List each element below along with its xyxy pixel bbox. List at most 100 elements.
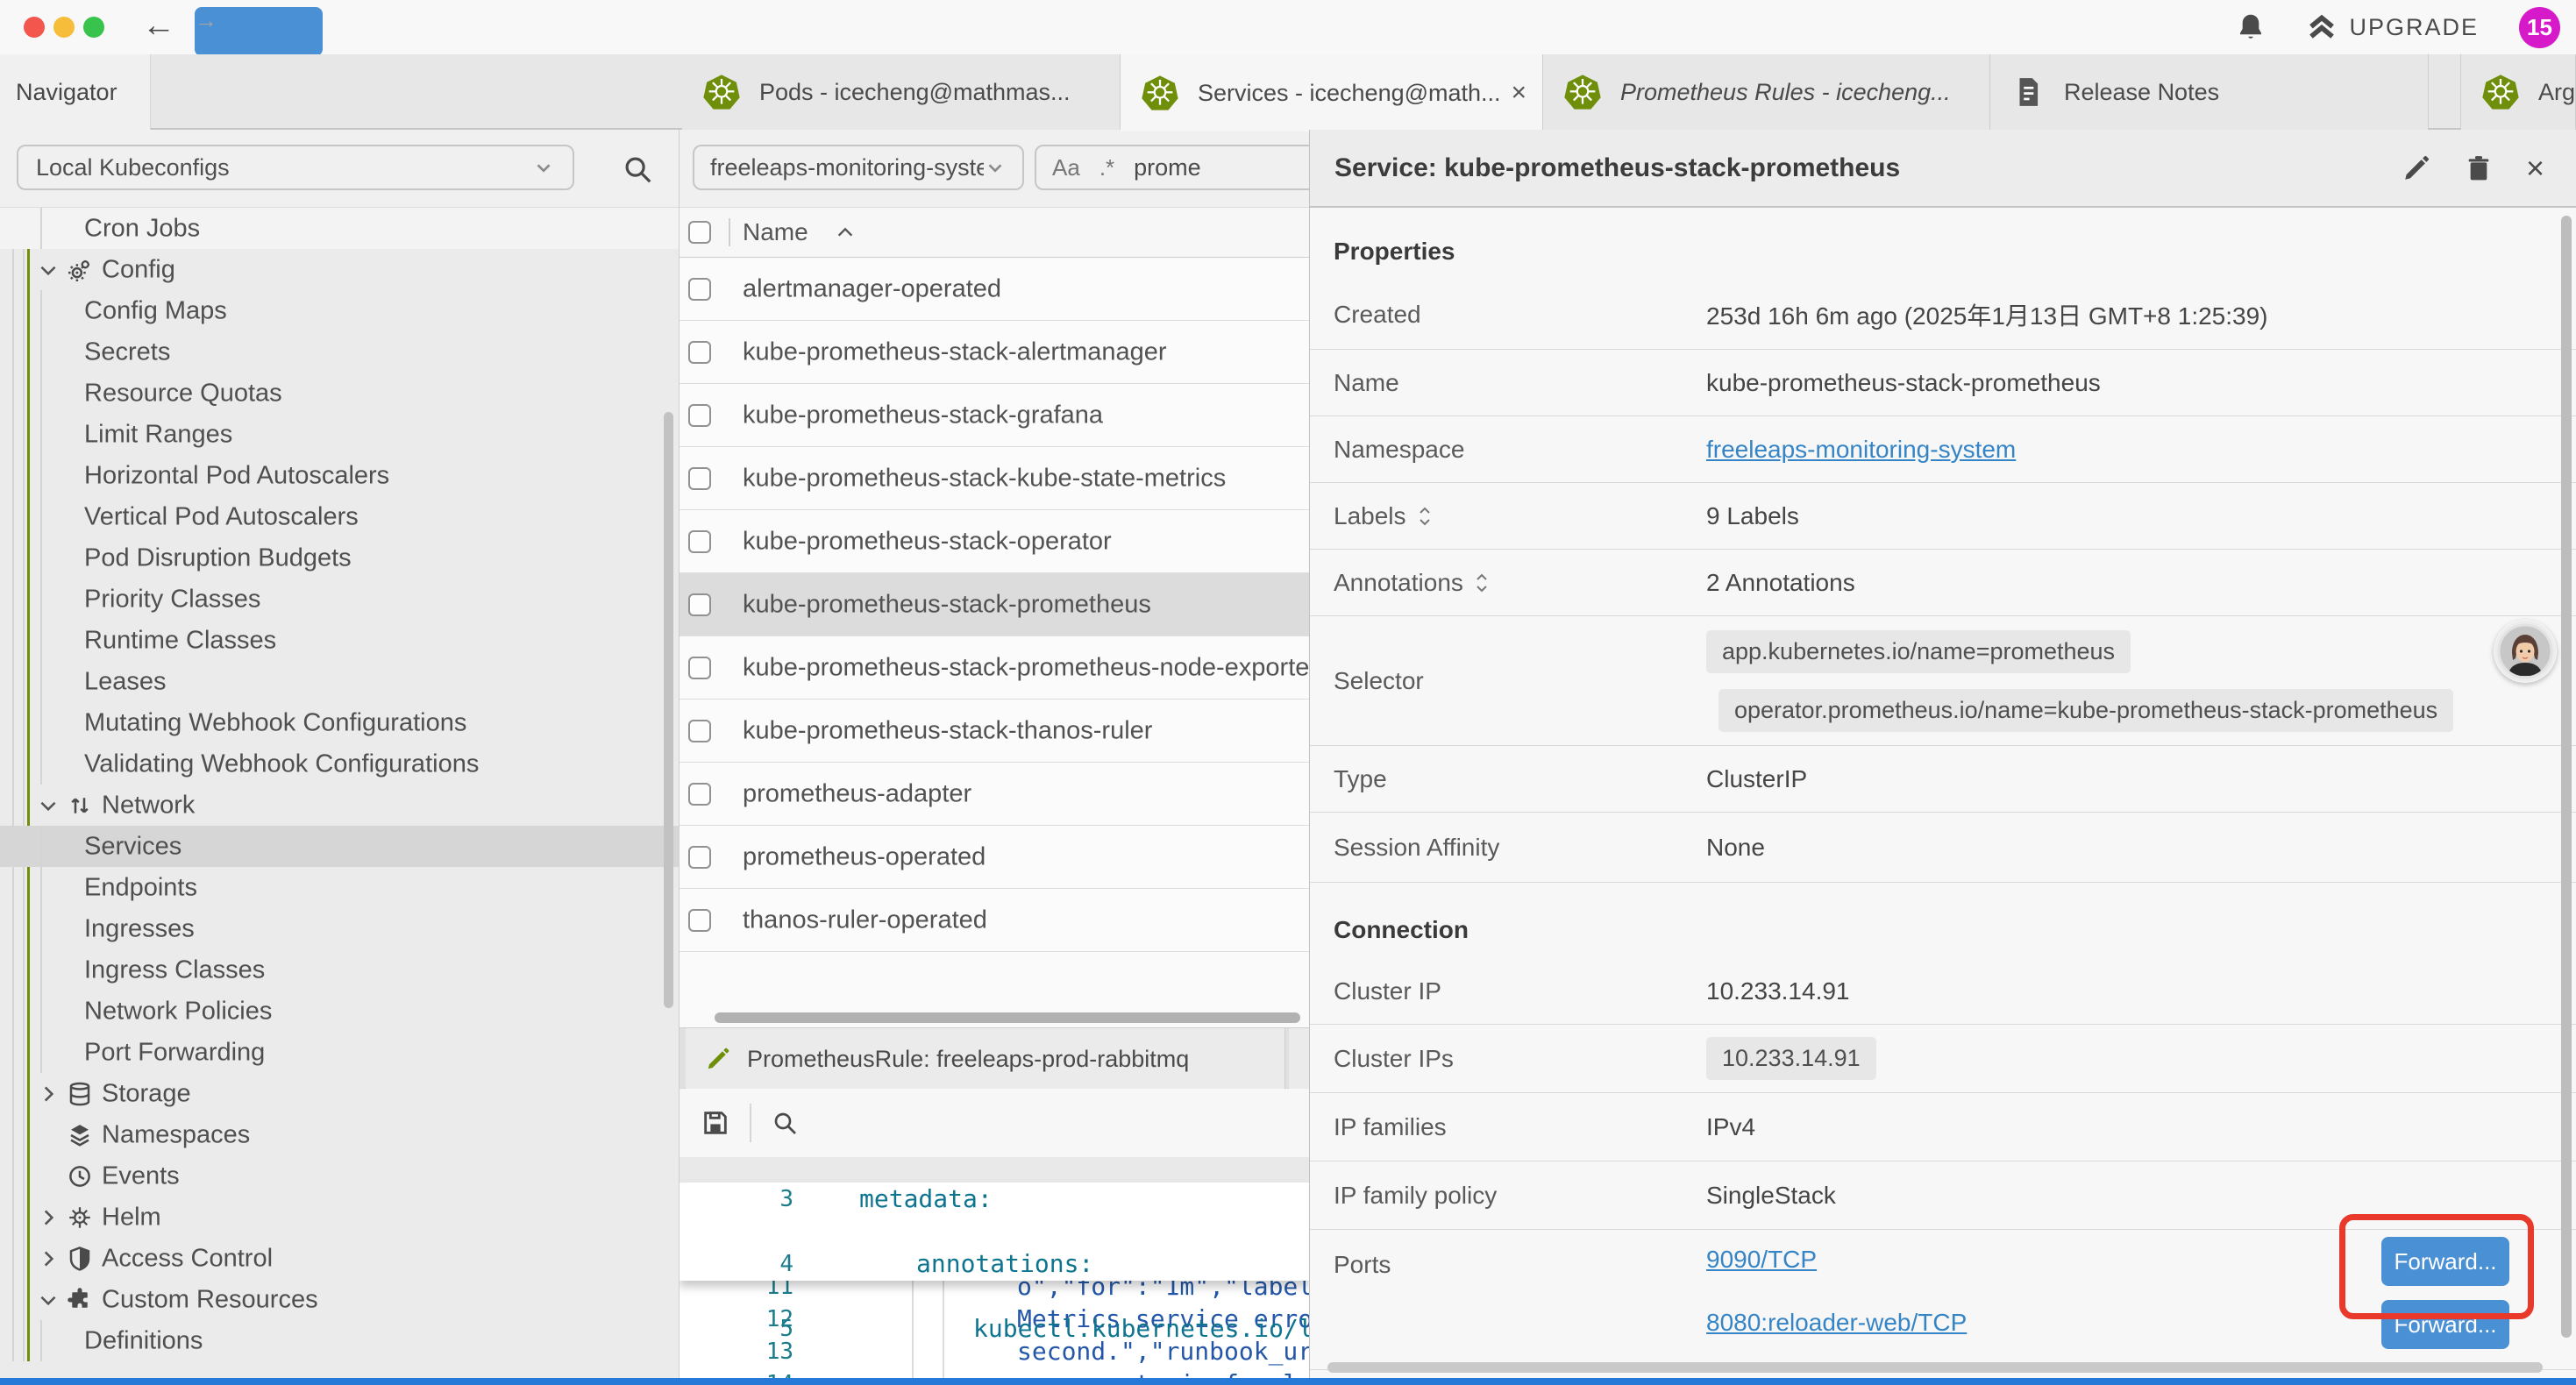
chevron-down-icon[interactable] xyxy=(37,794,60,817)
service-row-kube-prometheus-stack-alertmanager[interactable]: kube-prometheus-stack-alertmanager xyxy=(680,321,1309,384)
value-chip[interactable]: operator.prometheus.io/name=kube-prometh… xyxy=(1719,689,2453,732)
tab-argo-se[interactable]: Argo Se xyxy=(2460,54,2576,130)
row-checkbox[interactable] xyxy=(688,530,711,553)
row-checkbox[interactable] xyxy=(688,846,711,869)
tab-release-notes[interactable]: Release Notes xyxy=(1990,54,2429,130)
row-checkbox[interactable] xyxy=(688,593,711,616)
back-button[interactable]: ← xyxy=(142,7,175,45)
sidebar-item-runtime-classes[interactable]: Runtime Classes xyxy=(0,620,679,661)
edit-icon[interactable] xyxy=(2402,153,2431,183)
select-all-checkbox[interactable] xyxy=(688,221,711,244)
detail-hscrollbar[interactable] xyxy=(1327,1362,2543,1373)
search-icon[interactable] xyxy=(621,153,654,186)
sidebar-item-horizontal-pod-autoscalers[interactable]: Horizontal Pod Autoscalers xyxy=(0,455,679,496)
close-window-button[interactable] xyxy=(24,17,45,38)
row-checkbox[interactable] xyxy=(688,657,711,679)
chevron-down-icon[interactable] xyxy=(37,1289,60,1311)
sidebar-item-mutating-webhook-configurations[interactable]: Mutating Webhook Configurations xyxy=(0,702,679,743)
value-chip[interactable]: 10.233.14.91 xyxy=(1706,1037,1876,1080)
editor-tab-prometheusrule[interactable]: PrometheusRule: freeleaps-prod-rabbitmq xyxy=(686,1028,1285,1090)
delete-icon[interactable] xyxy=(2465,153,2493,183)
namespace-select[interactable]: freeleaps-monitoring-system xyxy=(693,145,1024,190)
service-row-kube-prometheus-stack-grafana[interactable]: kube-prometheus-stack-grafana xyxy=(680,384,1309,447)
sidebar-item-leases[interactable]: Leases xyxy=(0,661,679,702)
filter-input[interactable]: Aa .* prome xyxy=(1035,145,1309,190)
value-chip[interactable]: app.kubernetes.io/name=prometheus xyxy=(1706,630,2131,673)
sidebar-item-port-forwarding[interactable]: Port Forwarding xyxy=(0,1032,679,1073)
chevron-right-icon[interactable] xyxy=(37,1206,60,1229)
sidebar-item-cron-jobs[interactable]: Cron Jobs xyxy=(0,208,679,249)
tab-navigator[interactable]: Navigator xyxy=(0,54,151,130)
sidebar-item-ingress-classes[interactable]: Ingress Classes xyxy=(0,949,679,991)
close-icon[interactable]: × xyxy=(2526,153,2544,184)
chevron-down-icon[interactable] xyxy=(37,259,60,281)
row-checkbox[interactable] xyxy=(688,909,711,932)
tab-prometheus-rules-icecheng[interactable]: Prometheus Rules - icecheng... xyxy=(1543,54,1990,130)
service-row-kube-prometheus-stack-prometheus[interactable]: kube-prometheus-stack-prometheus xyxy=(680,573,1309,636)
editor-tab-next[interactable] xyxy=(1289,1028,1309,1090)
sidebar-item-secrets[interactable]: Secrets xyxy=(0,331,679,373)
sidebar-item-network[interactable]: Network xyxy=(0,785,679,826)
service-row-kube-prometheus-stack-kube-state-metrics[interactable]: kube-prometheus-stack-kube-state-metrics xyxy=(680,447,1309,510)
sidebar-item-config-maps[interactable]: Config Maps xyxy=(0,290,679,331)
chevron-right-icon[interactable] xyxy=(37,1083,60,1105)
row-checkbox[interactable] xyxy=(688,341,711,364)
service-row-alertmanager-operated[interactable]: alertmanager-operated xyxy=(680,258,1309,321)
sidebar-item-access-control[interactable]: Access Control xyxy=(0,1238,679,1279)
sidebar-item-namespaces[interactable]: Namespaces xyxy=(0,1114,679,1155)
sidebar-item-helm[interactable]: Helm xyxy=(0,1197,679,1238)
service-row-prometheus-operated[interactable]: prometheus-operated xyxy=(680,826,1309,889)
row-checkbox[interactable] xyxy=(688,404,711,427)
sidebar-item-resource-quotas[interactable]: Resource Quotas xyxy=(0,373,679,414)
sidebar-item-pod-disruption-budgets[interactable]: Pod Disruption Budgets xyxy=(0,537,679,579)
row-checkbox[interactable] xyxy=(688,720,711,742)
sidebar-item-custom-resources[interactable]: Custom Resources xyxy=(0,1279,679,1320)
sidebar-item-vertical-pod-autoscalers[interactable]: Vertical Pod Autoscalers xyxy=(0,496,679,537)
sidebar-item-endpoints[interactable]: Endpoints xyxy=(0,867,679,908)
service-row-kube-prometheus-stack-operator[interactable]: kube-prometheus-stack-operator xyxy=(680,510,1309,573)
tab-services-icecheng-math[interactable]: Services - icecheng@math...× xyxy=(1121,54,1543,131)
sidebar-item-definitions[interactable]: Definitions xyxy=(0,1320,679,1361)
forward-button[interactable]: → xyxy=(195,7,323,56)
notification-badge[interactable]: 15 xyxy=(2519,7,2560,48)
regex-toggle[interactable]: .* xyxy=(1099,154,1114,181)
sidebar-item-config[interactable]: Config xyxy=(0,249,679,290)
service-row-kube-prometheus-stack-prometheus-node-exporter[interactable]: kube-prometheus-stack-prometheus-node-ex… xyxy=(680,636,1309,700)
sidebar-item-validating-webhook-configurations[interactable]: Validating Webhook Configurations xyxy=(0,743,679,785)
sidebar-item-storage[interactable]: Storage xyxy=(0,1073,679,1114)
sidebar-item-services[interactable]: Services xyxy=(0,826,679,867)
port-link[interactable]: 9090/TCP xyxy=(1706,1246,1817,1274)
kubeconfig-select[interactable]: Local Kubeconfigs xyxy=(17,145,574,190)
sidebar-item-limit-ranges[interactable]: Limit Ranges xyxy=(0,414,679,455)
sort-asc-icon[interactable] xyxy=(836,225,855,239)
yaml-editor[interactable]: 11o","for":"1m","labels":{"service":"12M… xyxy=(680,1183,1309,1385)
chevron-right-icon[interactable] xyxy=(37,1247,60,1270)
sidebar-item-network-policies[interactable]: Network Policies xyxy=(0,991,679,1032)
forward-button[interactable]: Forward... xyxy=(2381,1300,2509,1349)
forward-button[interactable]: Forward... xyxy=(2381,1237,2509,1286)
services-hscrollbar[interactable] xyxy=(715,1012,1300,1023)
service-row-kube-prometheus-stack-thanos-ruler[interactable]: kube-prometheus-stack-thanos-ruler xyxy=(680,700,1309,763)
match-case-toggle[interactable]: Aa xyxy=(1052,154,1080,181)
namespace-link[interactable]: freeleaps-monitoring-system xyxy=(1706,436,2016,464)
assistant-avatar[interactable] xyxy=(2494,620,2557,683)
sidebar-item-events[interactable]: Events xyxy=(0,1155,679,1197)
service-row-prometheus-adapter[interactable]: prometheus-adapter xyxy=(680,763,1309,826)
maximize-window-button[interactable] xyxy=(83,17,104,38)
sidebar-item-priority-classes[interactable]: Priority Classes xyxy=(0,579,679,620)
detail-vscrollbar[interactable] xyxy=(2561,216,2572,1338)
minimize-window-button[interactable] xyxy=(53,17,75,38)
service-row-thanos-ruler-operated[interactable]: thanos-ruler-operated xyxy=(680,889,1309,952)
row-checkbox[interactable] xyxy=(688,278,711,301)
tab-pods-icecheng-mathmas[interactable]: Pods - icecheng@mathmas... xyxy=(682,54,1121,130)
editor-search-icon[interactable] xyxy=(771,1109,799,1137)
port-link[interactable]: 8080:reloader-web/TCP xyxy=(1706,1309,1967,1337)
upgrade-button[interactable]: UPGRADE xyxy=(2307,12,2479,42)
sidebar-item-ingresses[interactable]: Ingresses xyxy=(0,908,679,949)
bell-icon[interactable] xyxy=(2235,11,2266,43)
name-column-header[interactable]: Name xyxy=(743,218,808,246)
close-tab-icon[interactable]: × xyxy=(1511,78,1526,108)
row-checkbox[interactable] xyxy=(688,467,711,490)
save-icon[interactable] xyxy=(701,1108,730,1138)
row-checkbox[interactable] xyxy=(688,783,711,806)
